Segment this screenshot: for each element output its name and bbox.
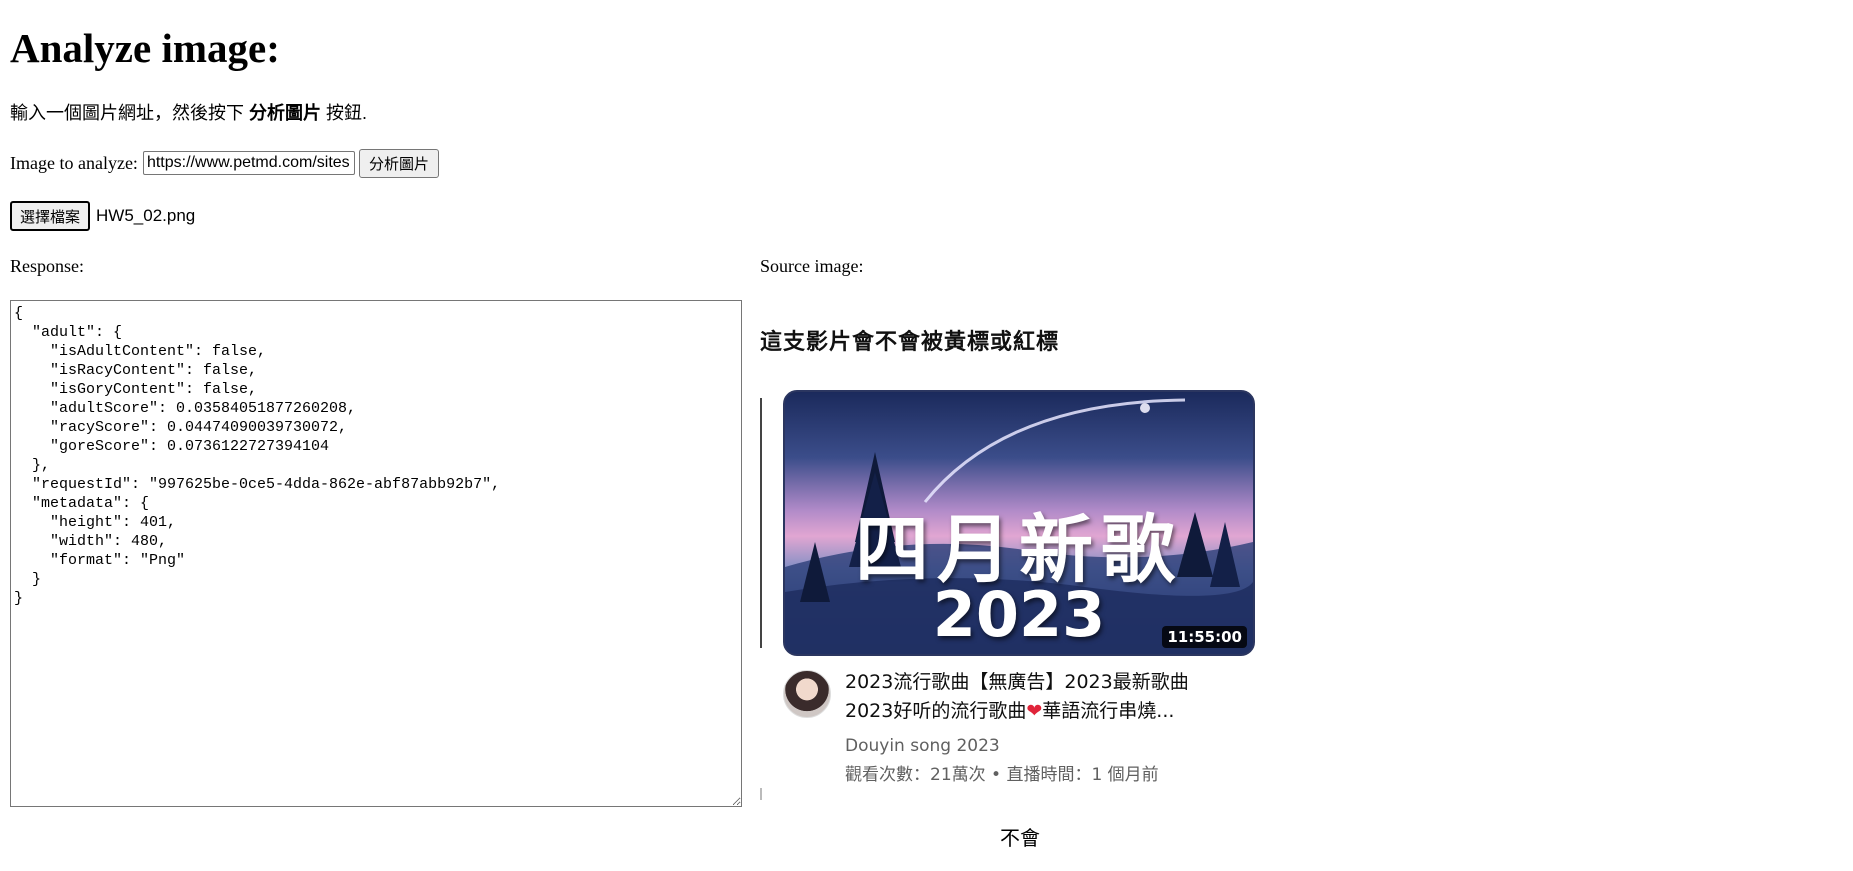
video-title-line2-rest: 華語流行串燒...	[1042, 700, 1175, 722]
source-image: 這支影片會不會被黃標或紅標 四月新歌 2023 11:55:00 2023流行歌…	[760, 300, 1260, 860]
choose-file-button[interactable]: 選擇檔案	[10, 201, 91, 231]
channel-name: Douyin song 2023	[845, 736, 1000, 756]
video-meta: 觀看次數：21萬次 • 直播時間：1 個月前	[845, 765, 1159, 785]
url-label: Image to analyze:	[10, 152, 138, 173]
image-url-input[interactable]	[142, 151, 355, 175]
video-title: 2023流行歌曲【無廣告】2023最新歌曲 2023好听的流行歌曲❤華語流行串燒…	[845, 668, 1225, 726]
source-label: Source image:	[760, 256, 864, 276]
file-row: 選擇檔案 HW5_02.png	[10, 201, 195, 231]
source-question: 這支影片會不會被黃標或紅標	[760, 330, 1060, 355]
heart-icon: ❤	[1026, 700, 1043, 722]
image-edge-divider	[760, 398, 762, 648]
video-thumbnail: 四月新歌 2023 11:55:00	[783, 390, 1255, 656]
verdict-text: 不會	[1000, 826, 1040, 850]
response-label: Response:	[10, 256, 84, 276]
analyze-button[interactable]: 分析圖片	[358, 148, 439, 178]
file-name: HW5_02.png	[96, 206, 196, 225]
duration-badge: 11:55:00	[1162, 626, 1247, 648]
instructions-bold: 分析圖片	[249, 103, 321, 123]
instructions-prefix: 輸入一個圖片網址，然後按下	[10, 103, 249, 123]
instructions: 輸入一個圖片網址，然後按下 分析圖片 按鈕.	[10, 101, 367, 125]
video-title-line2: 2023好听的流行歌曲❤華語流行串燒...	[845, 697, 1225, 726]
video-title-line1: 2023流行歌曲【無廣告】2023最新歌曲	[845, 671, 1189, 693]
instructions-suffix: 按鈕.	[321, 103, 368, 123]
video-title-line2-text: 2023好听的流行歌曲	[845, 700, 1027, 722]
response-textarea[interactable]: { "adult": { "isAdultContent": false, "i…	[10, 300, 742, 807]
url-row: Image to analyze: 分析圖片	[10, 148, 439, 178]
channel-avatar	[783, 670, 831, 718]
image-edge-divider	[760, 788, 762, 800]
page-title: Analyze image:	[10, 25, 280, 71]
